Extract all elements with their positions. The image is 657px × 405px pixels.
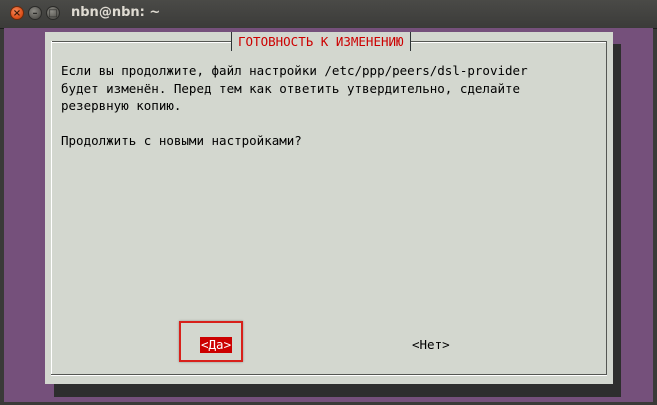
dialog-message-line: Продолжить с новыми настройками? [61,133,302,148]
dialog-message: Если вы продолжите, файл настройки /etc/… [61,62,601,150]
dialog-shadow-bottom [54,384,621,397]
terminal-screen[interactable]: ГОТОВНОСТЬ К ИЗМЕНЕНИЮ Если вы продолжит… [4,28,653,402]
close-icon[interactable]: × [10,6,24,20]
dialog-message-line: резервную копию. [61,98,182,113]
terminal-window: × – □ nbn@nbn: ~ ГОТОВНОСТЬ К ИЗМЕНЕНИЮ … [0,0,657,405]
window-titlebar[interactable]: × – □ nbn@nbn: ~ [0,0,657,29]
dialog-shadow-right [613,44,621,384]
minimize-icon[interactable]: – [28,6,42,20]
dialog-frame-right [606,41,607,375]
annotation-highlight-box [179,321,243,362]
confirm-dialog: ГОТОВНОСТЬ К ИЗМЕНЕНИЮ Если вы продолжит… [45,32,613,384]
dialog-message-line [61,115,601,133]
dialog-message-line: будет изменён. Перед тем как ответить ут… [61,80,521,96]
dialog-message-line: Если вы продолжите, файл настройки /etc/… [61,63,528,78]
dialog-frame-left [51,41,52,375]
no-button[interactable]: <Нет> [412,337,450,353]
maximize-icon[interactable]: □ [46,6,60,20]
window-title: nbn@nbn: ~ [71,5,161,20]
dialog-title: ГОТОВНОСТЬ К ИЗМЕНЕНИЮ [231,32,411,51]
dialog-frame-bottom-highlight [51,375,607,376]
